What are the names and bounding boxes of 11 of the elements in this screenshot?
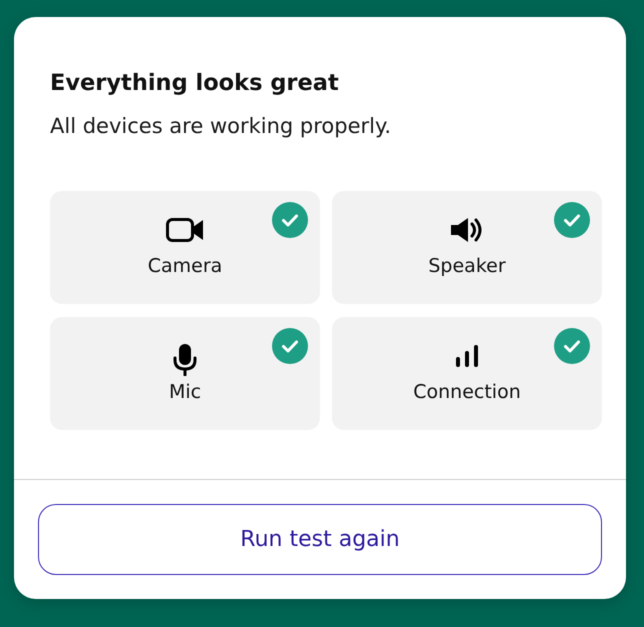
microphone-icon [173, 344, 197, 376]
device-label: Connection [413, 380, 521, 404]
dialog-title: Everything looks great [50, 69, 340, 98]
run-test-button[interactable]: Run test again [38, 504, 602, 575]
speaker-icon [451, 218, 483, 242]
device-label: Speaker [428, 254, 506, 278]
dialog-subtitle: All devices are working properly. [50, 113, 392, 140]
video-camera-icon [166, 218, 204, 242]
device-label: Mic [168, 380, 202, 404]
device-label: Camera [148, 254, 222, 278]
signal-bars-icon [455, 345, 479, 367]
